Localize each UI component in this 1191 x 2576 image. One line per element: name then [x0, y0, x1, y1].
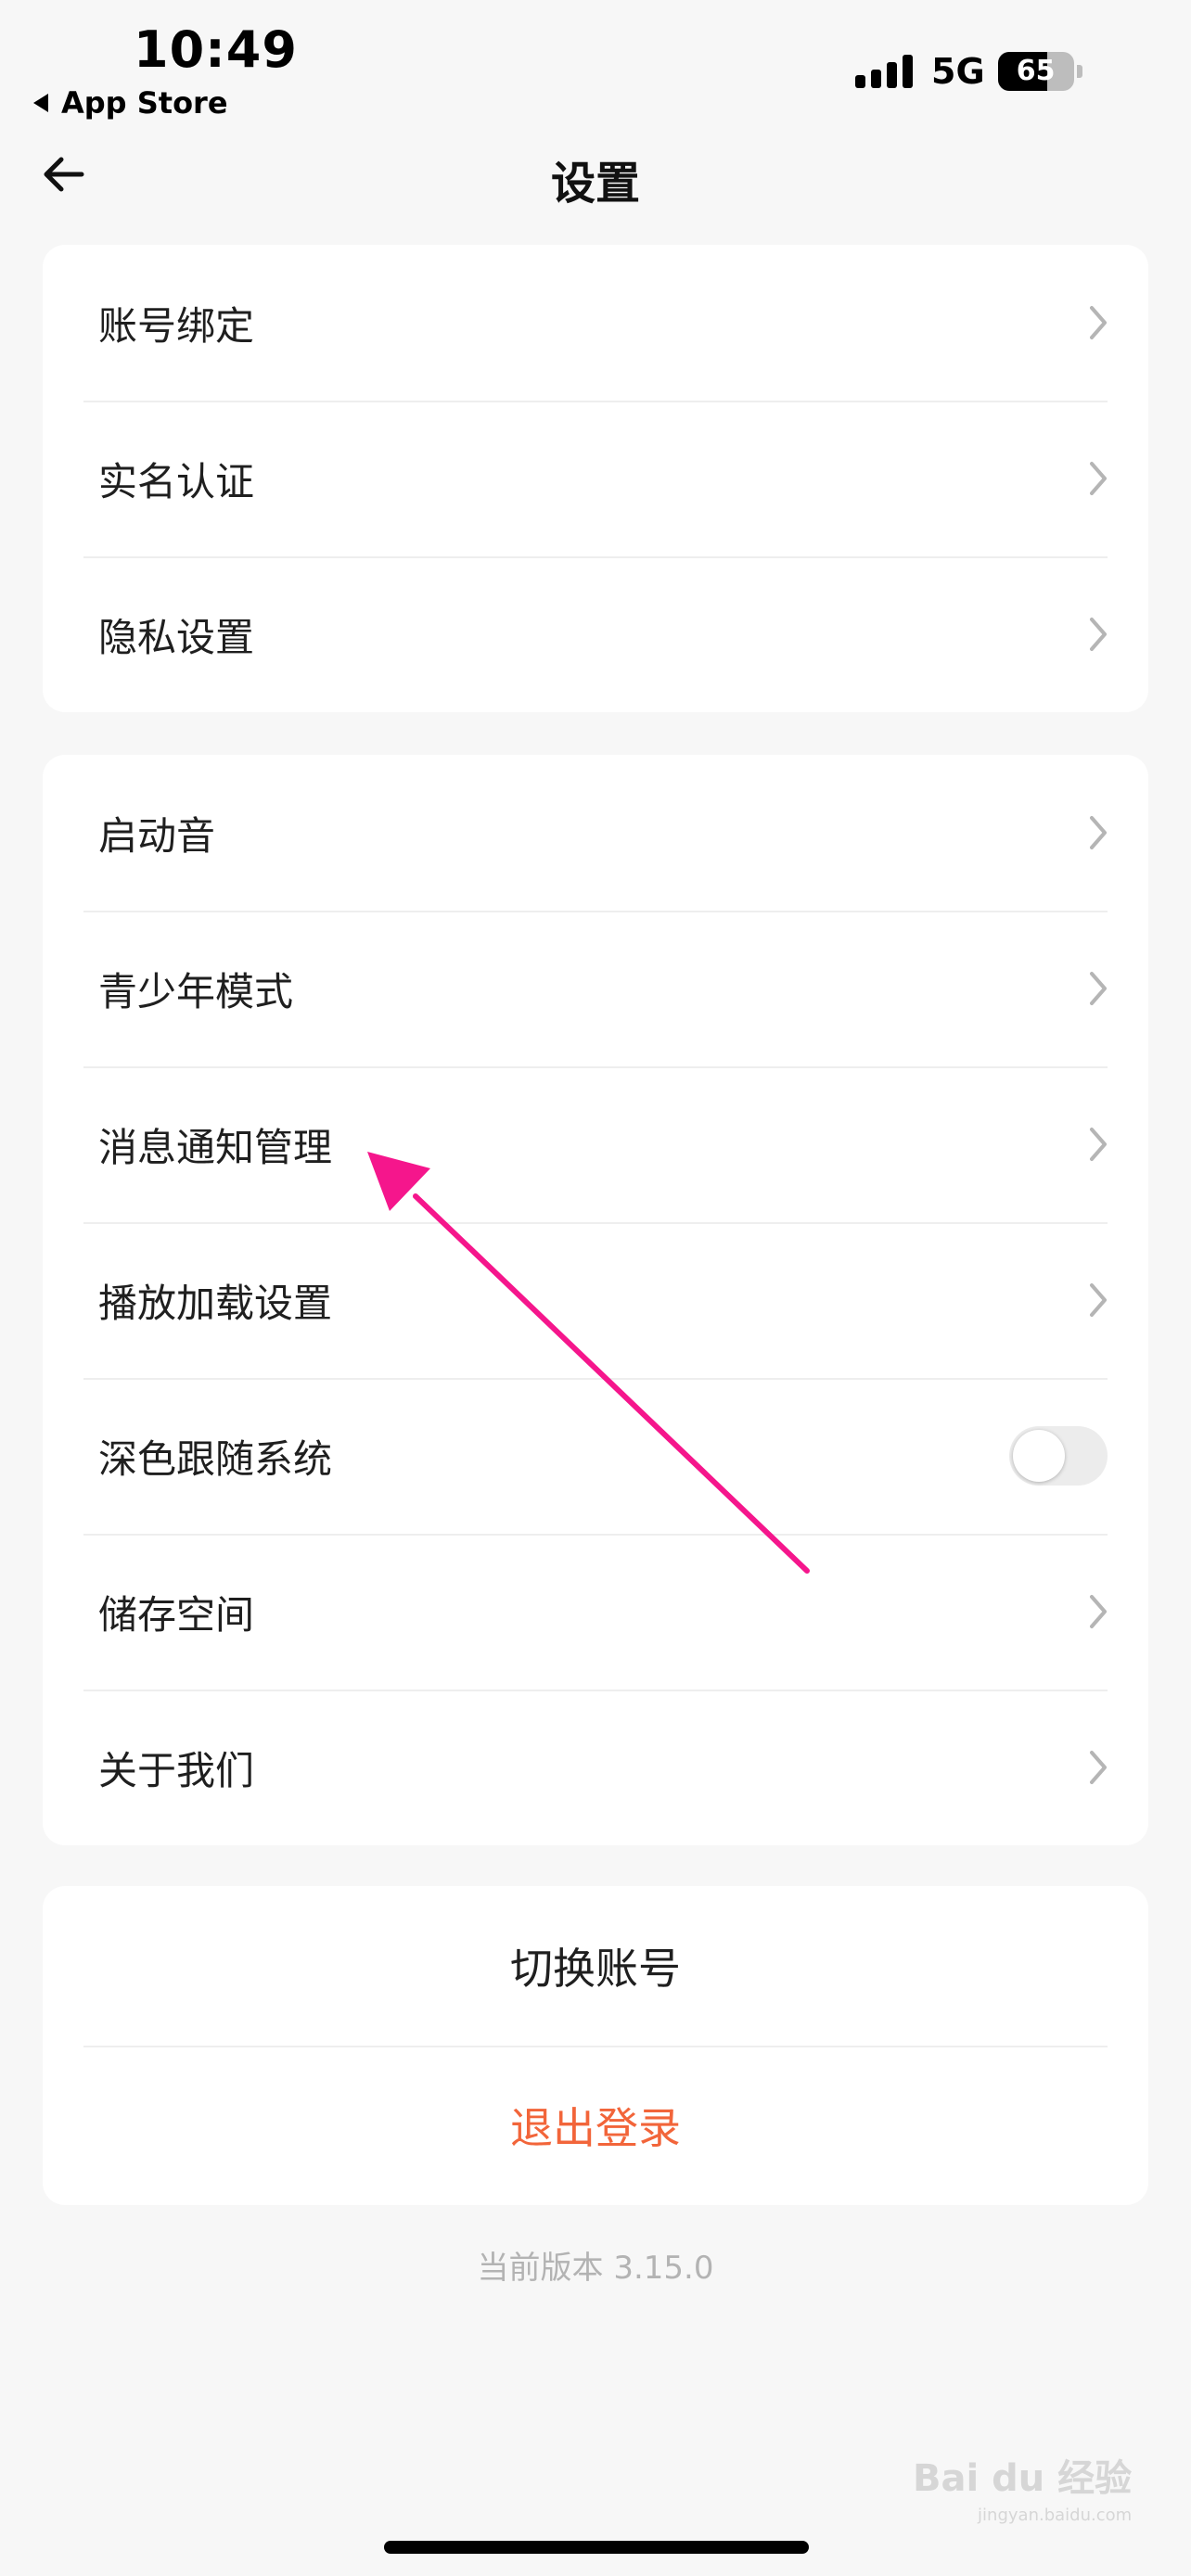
settings-row-teen-mode[interactable]: 青少年模式 [43, 911, 1148, 1066]
row-label: 深色跟随系统 [98, 1435, 333, 1482]
settings-row-about-us[interactable]: 关于我们 [43, 1690, 1148, 1845]
row-label: 储存空间 [98, 1591, 255, 1638]
row-label: 账号绑定 [98, 302, 255, 349]
cellular-signal-icon [855, 55, 913, 88]
page-title: 设置 [550, 158, 640, 210]
chevron-right-icon [1090, 816, 1107, 849]
home-indicator[interactable] [384, 2541, 809, 2554]
settings-row-privacy[interactable]: 隐私设置 [43, 556, 1148, 712]
status-indicators: 5G 65 [855, 50, 1082, 93]
chevron-right-icon [1090, 1751, 1107, 1784]
watermark-url: jingyan.baidu.com [978, 2506, 1133, 2525]
settings-row-real-name-verification[interactable]: 实名认证 [43, 401, 1148, 556]
logout-label: 退出登录 [510, 2103, 681, 2153]
chevron-right-icon [1090, 462, 1107, 495]
back-to-app-link[interactable]: App Store [33, 85, 228, 121]
status-time: 10:49 [134, 20, 298, 79]
back-triangle-icon [33, 94, 48, 112]
row-label: 青少年模式 [98, 968, 294, 1014]
chevron-right-icon [1090, 306, 1107, 339]
settings-row-playback-loading[interactable]: 播放加载设置 [43, 1222, 1148, 1378]
chevron-right-icon [1090, 972, 1107, 1005]
row-label: 隐私设置 [98, 614, 255, 660]
settings-row-dark-mode-follow-system: 深色跟随系统 [43, 1378, 1148, 1534]
app-version: 当前版本 3.15.0 [477, 2250, 714, 2287]
dark-mode-toggle[interactable] [1009, 1426, 1108, 1486]
switch-account-label: 切换账号 [510, 1944, 681, 1994]
switch-account-button[interactable]: 切换账号 [43, 1886, 1148, 2046]
settings-row-startup-sound[interactable]: 启动音 [43, 755, 1148, 911]
account-settings-card: 账号绑定 实名认证 隐私设置 [43, 245, 1148, 712]
battery-percentage: 65 [1016, 55, 1056, 87]
general-settings-card: 启动音 青少年模式 消息通知管理 播放加载设置 深色跟随系统 储存空间 关于我们 [43, 755, 1148, 1845]
row-label: 关于我们 [98, 1747, 255, 1793]
back-app-label: App Store [61, 85, 228, 121]
chevron-right-icon [1090, 618, 1107, 651]
baidu-jingyan-watermark: Bai du 经验 jingyan.baidu.com [913, 2448, 1132, 2525]
account-actions-card: 切换账号 退出登录 [43, 1886, 1148, 2205]
chevron-right-icon [1090, 1283, 1107, 1317]
row-label: 实名认证 [98, 458, 255, 504]
watermark-brand: Bai du 经验 [913, 2457, 1133, 2500]
battery-icon: 65 [997, 52, 1082, 91]
chevron-right-icon [1090, 1128, 1107, 1161]
row-label: 播放加载设置 [98, 1280, 333, 1326]
toggle-knob [1013, 1430, 1065, 1482]
row-label: 启动音 [98, 812, 216, 859]
settings-row-notification-management[interactable]: 消息通知管理 [43, 1066, 1148, 1222]
settings-row-storage[interactable]: 储存空间 [43, 1534, 1148, 1690]
network-type: 5G [931, 51, 985, 92]
chevron-right-icon [1090, 1595, 1107, 1628]
settings-row-account-binding[interactable]: 账号绑定 [43, 245, 1148, 401]
logout-button[interactable]: 退出登录 [43, 2046, 1148, 2205]
row-label: 消息通知管理 [98, 1124, 333, 1170]
